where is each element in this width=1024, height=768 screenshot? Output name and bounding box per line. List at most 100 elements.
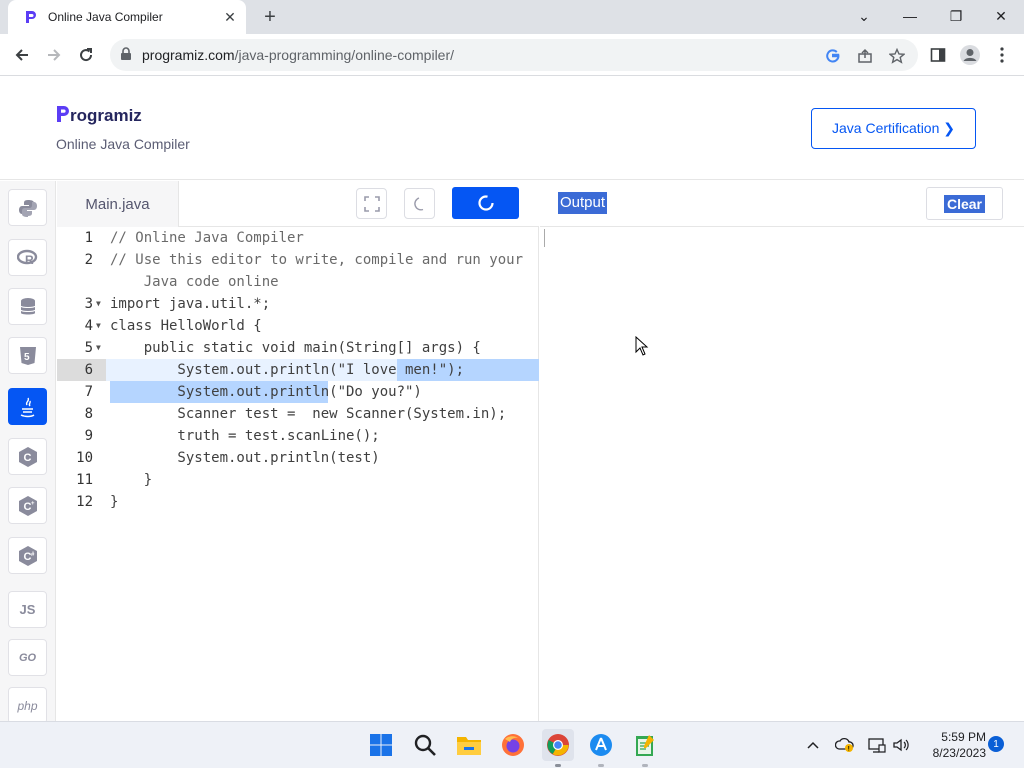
lock-icon bbox=[121, 47, 131, 60]
app-store-icon[interactable] bbox=[586, 730, 616, 760]
tab-title: Online Java Compiler bbox=[48, 10, 163, 24]
file-explorer-icon[interactable] bbox=[454, 730, 484, 760]
lang-go-button[interactable]: GO bbox=[8, 639, 47, 676]
fold-arrow-icon[interactable]: ▼ bbox=[96, 337, 101, 359]
lang-html-button[interactable]: 5 bbox=[8, 337, 47, 374]
database-icon bbox=[20, 297, 35, 314]
fold-arrow-icon[interactable]: ▼ bbox=[96, 315, 101, 337]
lang-r-button[interactable]: R bbox=[8, 239, 47, 276]
back-icon[interactable] bbox=[8, 42, 36, 68]
lang-c-button[interactable]: C bbox=[8, 438, 47, 475]
close-window-icon[interactable]: ✕ bbox=[987, 4, 1015, 28]
chrome-icon[interactable] bbox=[542, 729, 574, 761]
svg-text:+: + bbox=[31, 501, 35, 507]
reload-icon[interactable] bbox=[72, 42, 100, 68]
theme-toggle-button[interactable] bbox=[404, 188, 435, 219]
firefox-icon[interactable] bbox=[498, 730, 528, 760]
notification-badge[interactable]: 1 bbox=[988, 736, 1004, 752]
search-icon[interactable] bbox=[410, 730, 440, 760]
restore-icon[interactable]: ❐ bbox=[942, 4, 970, 28]
csharp-icon: C # bbox=[18, 545, 37, 566]
code-line-active: 6 System.out.println("I love men!"); bbox=[57, 359, 539, 381]
programiz-logo-icon bbox=[57, 106, 69, 122]
programiz-favicon-icon bbox=[26, 11, 36, 23]
lang-js-button[interactable]: JS bbox=[8, 591, 47, 628]
page-subtitle: Online Java Compiler bbox=[56, 136, 190, 152]
c-icon: C bbox=[18, 446, 37, 467]
run-button[interactable] bbox=[452, 187, 519, 219]
address-bar[interactable]: programiz.com/java-programming/online-co… bbox=[110, 39, 918, 71]
code-line: 2 // Use this editor to write, compile a… bbox=[84, 252, 524, 268]
new-tab-icon[interactable]: + bbox=[258, 5, 282, 29]
minimize-icon[interactable]: — bbox=[896, 4, 924, 28]
taskbar-clock[interactable]: 5:59 PM 8/23/2023 bbox=[918, 729, 986, 761]
fullscreen-icon bbox=[363, 195, 380, 212]
browser-tab-bar: Online Java Compiler ✕ + ⌄ — ❐ ✕ bbox=[0, 0, 1024, 34]
clock-date: 8/23/2023 bbox=[932, 746, 986, 760]
programiz-logo[interactable]: rogramiz bbox=[56, 104, 142, 126]
google-icon[interactable] bbox=[822, 45, 844, 67]
cpp-icon: C + bbox=[18, 495, 37, 516]
windows-start-icon[interactable] bbox=[366, 730, 396, 760]
output-header: Output Clear bbox=[540, 181, 1024, 227]
tab-close-icon[interactable]: ✕ bbox=[220, 7, 240, 27]
mouse-pointer-icon bbox=[635, 336, 649, 356]
clock-time: 5:59 PM bbox=[941, 730, 986, 744]
python-icon bbox=[18, 199, 37, 217]
clear-button[interactable]: Clear bbox=[926, 187, 1003, 220]
forward-icon[interactable] bbox=[40, 42, 68, 68]
lang-python-button[interactable] bbox=[8, 189, 47, 226]
lang-java-button[interactable] bbox=[8, 388, 47, 425]
java-icon bbox=[20, 397, 34, 417]
url-text: programiz.com/java-programming/online-co… bbox=[142, 47, 455, 63]
notepad-icon[interactable] bbox=[630, 730, 660, 760]
onedrive-warning-icon[interactable]: ! bbox=[834, 734, 856, 756]
windows-taskbar: ! 5:59 PM 8/23/2023 1 bbox=[0, 721, 1024, 768]
side-panel-icon[interactable] bbox=[924, 42, 952, 68]
code-line: 7 System.out.println("Do you?") bbox=[57, 381, 539, 403]
text-cursor bbox=[544, 229, 545, 247]
lang-csharp-button[interactable]: C # bbox=[8, 537, 47, 574]
tray-overflow-icon[interactable] bbox=[802, 734, 824, 756]
editor-header: Main.java bbox=[57, 181, 539, 227]
site-header: rogramiz Online Java Compiler Java Certi… bbox=[0, 76, 1024, 180]
app-indicator bbox=[642, 764, 648, 767]
lang-php-button[interactable]: php bbox=[8, 687, 47, 724]
output-console[interactable] bbox=[540, 227, 1024, 721]
lang-cpp-button[interactable]: C + bbox=[8, 487, 47, 524]
file-tab-main-java[interactable]: Main.java bbox=[57, 181, 179, 227]
code-line: 3 ▼ import java.util.*; bbox=[57, 293, 539, 315]
output-title: Output bbox=[558, 192, 608, 214]
svg-text:5: 5 bbox=[24, 352, 30, 363]
svg-text:C: C bbox=[23, 452, 31, 464]
code-line: 11 } bbox=[76, 472, 153, 488]
profile-avatar-icon[interactable] bbox=[956, 42, 984, 68]
app-indicator bbox=[598, 764, 604, 767]
language-sidebar: R 5 C C + C # JS GO php bbox=[0, 181, 56, 724]
code-editor[interactable]: 1 // Online Java Compiler 2 // Use this … bbox=[57, 227, 539, 721]
lang-sql-button[interactable] bbox=[8, 288, 47, 325]
chrome-active-indicator bbox=[555, 764, 561, 767]
code-line: 8 Scanner test = new Scanner(System.in); bbox=[84, 406, 507, 422]
moon-icon bbox=[413, 196, 423, 211]
svg-text:!: ! bbox=[848, 747, 850, 753]
code-line: 4 ▼ class HelloWorld { bbox=[57, 315, 539, 337]
code-line: 1 // Online Java Compiler bbox=[84, 230, 304, 246]
code-line: 5 ▼ public static void main(String[] arg… bbox=[57, 337, 539, 359]
code-line: 9 truth = test.scanLine(); bbox=[84, 428, 380, 444]
tab-search-icon[interactable]: ⌄ bbox=[850, 4, 878, 28]
svg-text:R: R bbox=[25, 253, 34, 267]
browser-menu-icon[interactable] bbox=[988, 42, 1016, 68]
browser-tab[interactable]: Online Java Compiler ✕ bbox=[8, 0, 246, 34]
r-icon: R bbox=[16, 249, 37, 267]
share-icon[interactable] bbox=[854, 45, 876, 67]
html5-icon: 5 bbox=[19, 346, 36, 365]
fullscreen-button[interactable] bbox=[356, 188, 387, 219]
loading-spinner-icon bbox=[477, 195, 494, 211]
volume-icon[interactable] bbox=[890, 734, 912, 756]
fold-arrow-icon[interactable]: ▼ bbox=[96, 293, 101, 315]
bookmark-star-icon[interactable] bbox=[886, 45, 908, 67]
network-icon[interactable] bbox=[866, 734, 888, 756]
code-line: Java code online bbox=[110, 274, 279, 290]
java-certification-button[interactable]: Java Certification ❯ bbox=[811, 108, 976, 149]
